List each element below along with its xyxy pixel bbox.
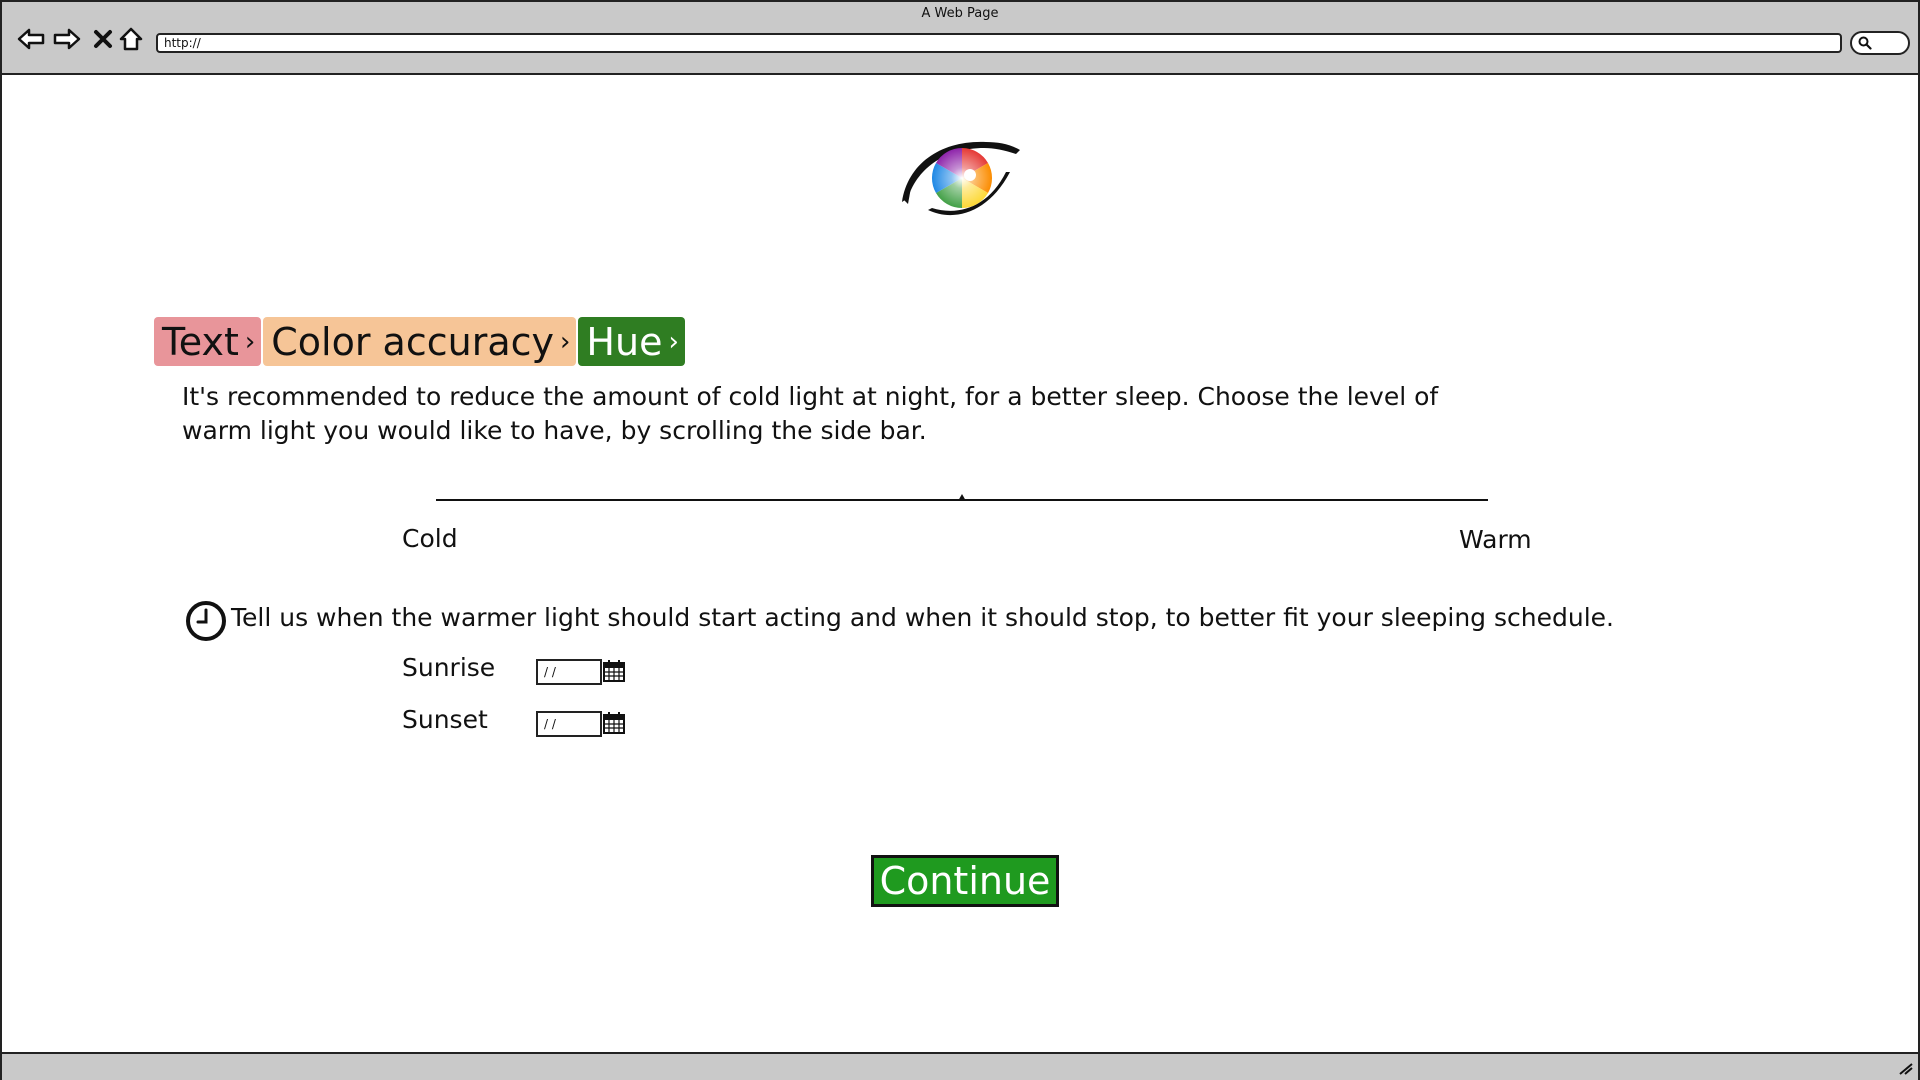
breadcrumb-item-label: Hue [586, 319, 663, 364]
sunrise-label: Sunrise [402, 653, 496, 682]
warmth-slider[interactable] [436, 485, 1488, 515]
slider-thumb[interactable] [957, 493, 967, 503]
forward-arrow-icon [53, 28, 81, 50]
eye-logo [898, 132, 1028, 220]
clock-icon [186, 601, 226, 641]
resize-grip-icon[interactable] [1898, 1062, 1914, 1076]
breadcrumb-separator: › [244, 326, 256, 357]
sunset-label: Sunset [402, 705, 488, 734]
back-button[interactable] [16, 24, 46, 54]
back-arrow-icon [17, 28, 45, 50]
stop-button[interactable] [88, 24, 118, 54]
slider-max-label: Warm [1459, 525, 1532, 554]
status-bar [2, 1052, 1918, 1080]
continue-button[interactable]: Continue [871, 855, 1059, 907]
browser-chrome: A Web Page http:// [2, 2, 1918, 75]
breadcrumb-item-text[interactable]: Text › [154, 317, 262, 366]
sunrise-calendar-icon[interactable] [602, 659, 626, 683]
breadcrumb-item-label: Text [162, 319, 239, 364]
sunset-date-field[interactable]: / / [536, 711, 602, 737]
sunrise-date-field[interactable]: / / [536, 659, 602, 685]
breadcrumb-item-label: Color accuracy [271, 319, 555, 364]
slider-min-label: Cold [402, 524, 458, 553]
schedule-description: Tell us when the warmer light should sta… [231, 603, 1614, 632]
window-title: A Web Page [921, 6, 999, 21]
home-button[interactable] [116, 24, 146, 54]
breadcrumb-item-hue[interactable]: Hue › [578, 317, 685, 366]
breadcrumb-separator: › [560, 326, 571, 357]
home-icon [119, 27, 143, 51]
browser-search-button[interactable] [1850, 31, 1910, 55]
sunset-calendar-icon[interactable] [602, 711, 626, 735]
eye-logo-icon [902, 141, 1020, 216]
close-icon [94, 30, 112, 48]
search-icon [1858, 36, 1872, 50]
breadcrumb: Text › Color accuracy › Hue › [154, 317, 687, 366]
breadcrumb-item-color-accuracy[interactable]: Color accuracy › [263, 317, 577, 366]
forward-button[interactable] [52, 24, 82, 54]
intro-text: It's recommended to reduce the amount of… [182, 382, 1439, 445]
url-bar[interactable]: http:// [156, 33, 1842, 53]
breadcrumb-separator: › [668, 326, 679, 357]
browser-window: A Web Page http:// Text › Color accuracy… [0, 0, 1920, 1080]
